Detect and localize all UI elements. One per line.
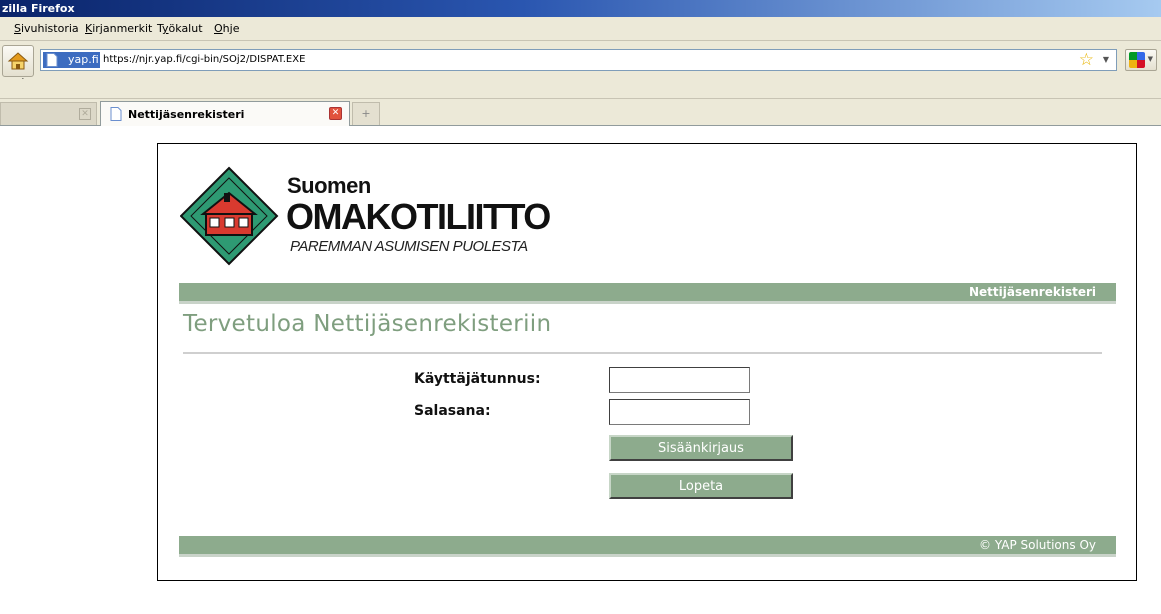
menu-bookmarks[interactable]: Kirjanmerkit — [85, 22, 152, 35]
menu-help-accel: O — [214, 22, 223, 35]
page-title: Tervetuloa Nettijäsenrekisteriin — [183, 311, 552, 337]
tab-label: Nettijäsenrekisteri — [128, 108, 245, 121]
house-logo-icon — [180, 166, 279, 266]
url-bar[interactable]: yap.fi https://njr.yap.fi/cgi-bin/SOj2/D… — [40, 49, 1117, 71]
site-identity-label: yap.fi — [68, 53, 99, 66]
menu-history-accel: S — [14, 22, 21, 35]
home-icon — [7, 52, 29, 70]
menu-tools[interactable]: Työkalut — [157, 22, 203, 35]
plus-icon: + — [361, 107, 371, 120]
menu-bar: Sivuhistoria Kirjanmerkit Työkalut Ohje — [0, 17, 1161, 41]
divider — [183, 352, 1102, 354]
close-icon[interactable]: ✕ — [329, 107, 342, 120]
password-field[interactable] — [609, 399, 750, 425]
logo: Suomen OMAKOTILIITTO PAREMMAN ASUMISEN P… — [180, 166, 551, 268]
star-icon[interactable]: ☆ — [1079, 50, 1094, 70]
menu-history[interactable]: Sivuhistoria — [14, 22, 79, 35]
logo-line2: OMAKOTILIITTO — [286, 196, 551, 237]
logo-tagline: PAREMMAN ASUMISEN PUOLESTA — [290, 238, 528, 255]
quit-button[interactable]: Lopeta — [609, 473, 793, 499]
header-bar: Nettijäsenrekisteri — [179, 283, 1116, 304]
window-title: zilla Firefox — [0, 0, 1161, 17]
login-button[interactable]: Sisäänkirjaus — [609, 435, 793, 461]
chevron-down-icon[interactable]: ▼ — [1103, 55, 1109, 64]
page-icon — [46, 53, 58, 67]
bookmarks-toolbar — [0, 79, 1161, 99]
new-tab-button[interactable]: + — [352, 102, 380, 125]
password-label: Salasana: — [414, 403, 491, 419]
username-field[interactable] — [609, 367, 750, 393]
navigation-bar: yap.fi https://njr.yap.fi/cgi-bin/SOj2/D… — [0, 41, 1161, 79]
menu-bookmarks-label: irjanmerkit — [92, 22, 153, 35]
tab-inactive[interactable]: ✕ — [0, 102, 97, 125]
page-icon — [110, 107, 122, 121]
chevron-down-icon: ▼ — [1147, 55, 1153, 63]
header-bar-title: Nettijäsenrekisteri — [968, 285, 1096, 299]
tab-active[interactable]: Nettijäsenrekisteri ✕ — [100, 101, 350, 126]
footer-bar: © YAP Solutions Oy — [179, 536, 1116, 557]
menu-tools-label: ökalut — [168, 22, 203, 35]
close-icon[interactable]: ✕ — [79, 108, 91, 120]
username-label: Käyttäjätunnus: — [414, 371, 541, 387]
url-text[interactable]: https://njr.yap.fi/cgi-bin/SOj2/DISPAT.E… — [103, 54, 305, 65]
footer-copyright: © YAP Solutions Oy — [979, 538, 1096, 552]
home-button[interactable] — [2, 45, 34, 77]
menu-history-label: ivuhistoria — [20, 22, 79, 35]
search-engine-button[interactable]: ▼ — [1125, 49, 1157, 71]
menu-help-label: hje — [222, 22, 240, 35]
tab-strip: ✕ Nettijäsenrekisteri ✕ + — [0, 99, 1161, 126]
site-identity-button[interactable]: yap.fi — [43, 52, 100, 68]
menu-help[interactable]: Ohje — [214, 22, 239, 35]
google-icon — [1129, 52, 1145, 68]
page-content: Suomen OMAKOTILIITTO PAREMMAN ASUMISEN P… — [157, 143, 1137, 581]
